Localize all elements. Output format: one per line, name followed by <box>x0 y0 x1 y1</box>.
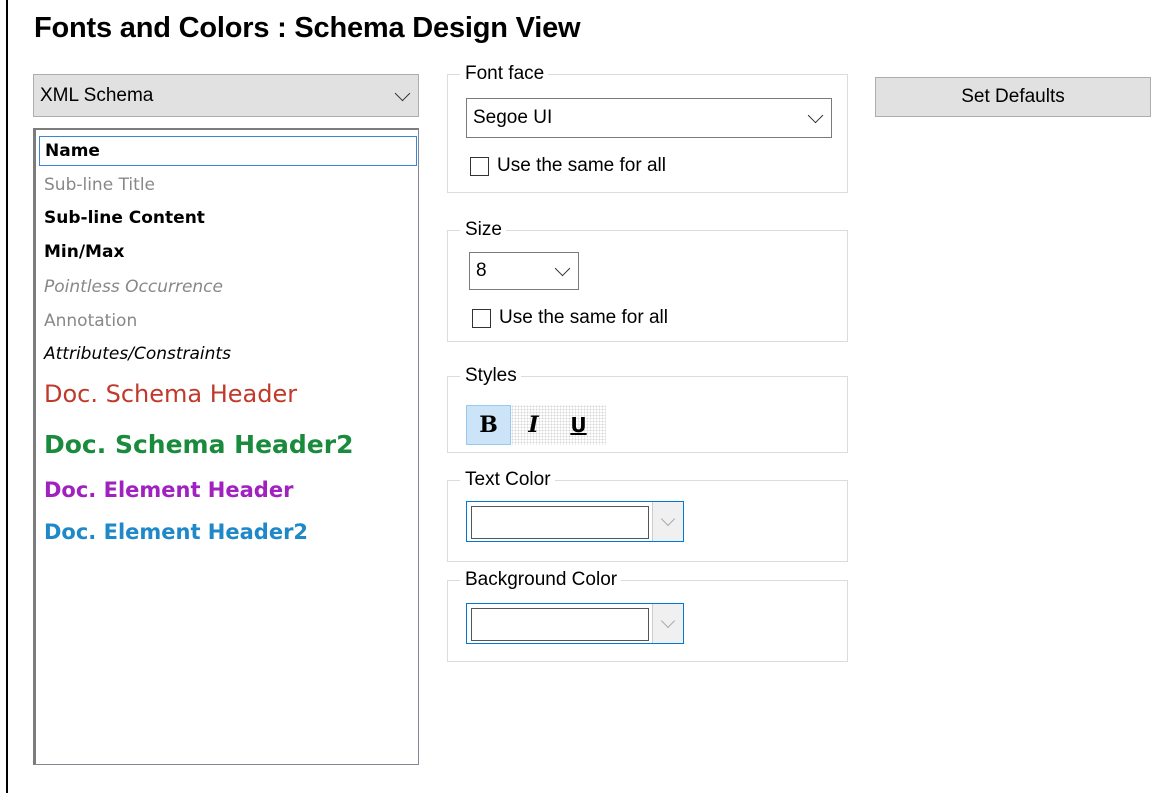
size-group: Size 8 Use the same for all <box>447 219 848 342</box>
background-color-swatch <box>471 608 649 641</box>
list-item-doc-element-header2[interactable]: Doc. Element Header2 <box>44 520 308 544</box>
font-face-same-checkbox[interactable]: Use the same for all <box>470 155 666 177</box>
list-item-name[interactable]: Name <box>39 136 417 166</box>
element-list[interactable]: Name Sub-line Title Sub-line Content Min… <box>33 128 419 765</box>
list-item-sub-line-title[interactable]: Sub-line Title <box>44 175 155 195</box>
background-color-legend: Background Color <box>460 569 622 591</box>
text-color-swatch <box>471 506 649 539</box>
chevron-down-icon <box>554 260 571 277</box>
font-face-value: Segoe UI <box>473 107 553 128</box>
list-item-doc-schema-header2[interactable]: Doc. Schema Header2 <box>44 430 353 459</box>
background-color-picker[interactable] <box>466 603 684 644</box>
schema-type-select[interactable]: XML Schema <box>33 74 419 117</box>
chevron-down-icon <box>807 107 824 124</box>
text-color-group: Text Color <box>447 469 848 562</box>
underline-button[interactable]: U <box>556 405 601 445</box>
set-defaults-button[interactable]: Set Defaults <box>875 77 1151 117</box>
chevron-down-icon <box>660 511 676 527</box>
font-face-legend: Font face <box>460 63 549 85</box>
background-color-group: Background Color <box>447 569 848 662</box>
style-toolbar: B I U <box>466 405 606 445</box>
text-color-picker[interactable] <box>466 501 684 542</box>
list-item-sub-line-content[interactable]: Sub-line Content <box>44 208 205 228</box>
styles-legend: Styles <box>460 365 521 387</box>
window-left-border <box>6 0 8 793</box>
font-size-value: 8 <box>476 260 487 281</box>
bold-button[interactable]: B <box>466 405 511 445</box>
size-same-label: Use the same for all <box>499 307 668 328</box>
font-face-same-label: Use the same for all <box>497 155 666 176</box>
font-face-select[interactable]: Segoe UI <box>466 98 832 138</box>
checkbox-icon <box>470 156 489 176</box>
background-color-dropdown-button[interactable] <box>652 604 683 643</box>
size-same-checkbox[interactable]: Use the same for all <box>472 307 668 329</box>
list-item-doc-element-header[interactable]: Doc. Element Header <box>44 478 293 502</box>
list-item-pointless-occurrence[interactable]: Pointless Occurrence <box>44 277 223 297</box>
text-color-dropdown-button[interactable] <box>652 502 683 541</box>
font-size-select[interactable]: 8 <box>469 252 579 290</box>
checkbox-icon <box>472 308 491 328</box>
page-title: Fonts and Colors : Schema Design View <box>34 12 581 44</box>
schema-type-value: XML Schema <box>40 84 154 106</box>
list-item-doc-schema-header[interactable]: Doc. Schema Header <box>44 380 297 408</box>
chevron-down-icon <box>394 85 411 101</box>
list-item-annotation[interactable]: Annotation <box>44 311 137 331</box>
size-legend: Size <box>460 219 506 241</box>
list-item-min-max[interactable]: Min/Max <box>44 242 124 262</box>
italic-button[interactable]: I <box>511 405 556 445</box>
font-face-group: Font face Segoe UI Use the same for all <box>447 63 848 193</box>
list-item-attributes-constraints[interactable]: Attributes/Constraints <box>44 344 231 364</box>
chevron-down-icon <box>660 613 676 629</box>
styles-group: Styles B I U <box>447 365 848 453</box>
text-color-legend: Text Color <box>460 469 555 491</box>
